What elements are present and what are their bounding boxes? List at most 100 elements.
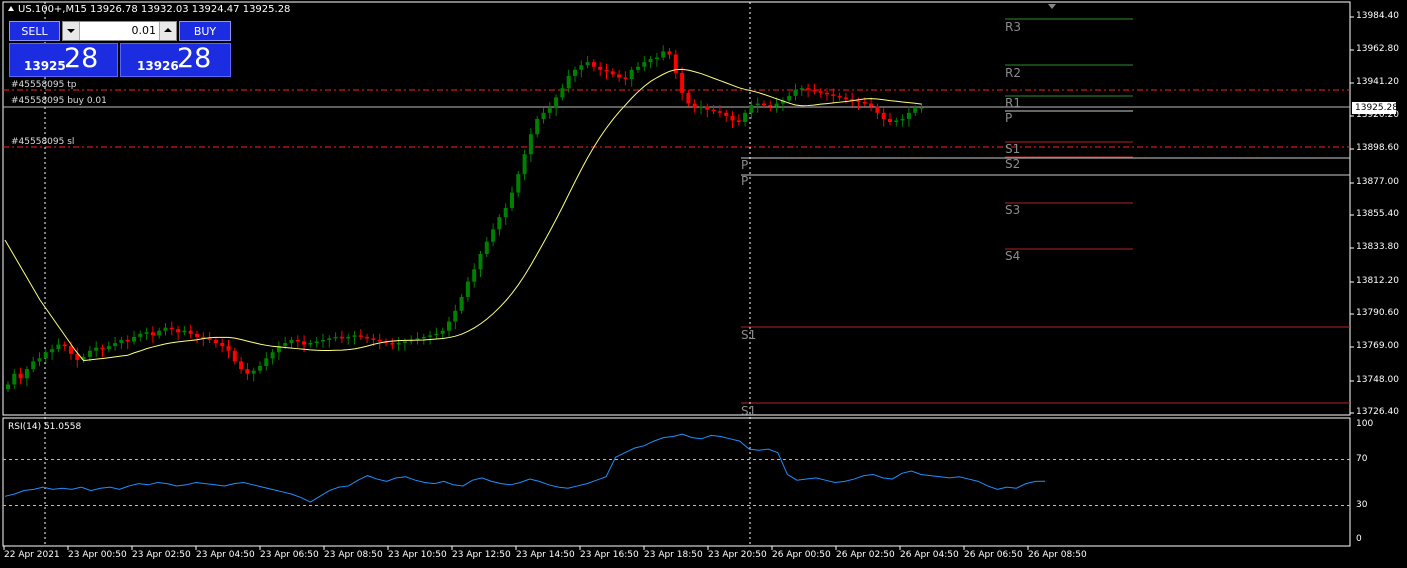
candle-body [717,111,722,113]
candle-body [566,75,571,89]
candle-body [37,358,42,362]
time-tick-label: 23 Apr 06:50 [260,550,319,560]
candle-body [843,97,848,99]
candle-body [711,109,716,112]
order-tp-label[interactable]: #45558095 tp [11,80,76,90]
candle-body [163,327,168,331]
candle-body [743,112,748,122]
order-buy-label[interactable]: #45558095 buy 0.01 [11,96,107,106]
candle-body [43,352,48,359]
candle-body [371,338,376,340]
pivot-r3-label: R3 [1005,20,1021,34]
candle-body [642,62,647,67]
pivot-s2-label: S2 [1005,157,1021,171]
candle-body [472,269,477,282]
lot-size-value: 0.01 [131,24,157,37]
bid-base: 13925 [24,59,66,73]
time-tick-label: 23 Apr 08:50 [324,550,383,560]
candle-body [535,118,540,135]
candle-body [113,343,118,347]
candle-body [818,91,823,93]
time-tick-label: 23 Apr 18:50 [644,550,703,560]
weekly-pivot-p2-label: P [741,174,749,188]
ask-base: 13926 [137,59,179,73]
candle-body [94,347,99,351]
candle-body [724,112,729,116]
price-tick-label: 13769.00 [1356,341,1399,351]
candle-body [283,343,288,347]
time-tick-label: 26 Apr 04:50 [900,550,959,560]
pivot-r2-label: R2 [1005,66,1021,80]
candle-body [195,333,199,337]
candle-body [321,339,325,342]
pivot-s1-label: S1 [1005,142,1021,156]
candle-body [875,106,880,113]
candle-body [522,154,527,175]
price-tick-label: 13984.40 [1356,11,1399,21]
order-sl-label[interactable]: #45558095 sl [11,137,74,147]
candle-body [289,339,294,344]
candle-body [768,105,773,107]
candle-body [31,361,36,370]
sell-button[interactable]: SELL [9,21,60,41]
candle-body [220,343,225,347]
candle-body [125,339,130,342]
collapse-triangle-icon[interactable] [8,6,14,11]
time-tick-label: 23 Apr 20:50 [708,550,767,560]
candle-body [352,335,357,337]
candle-body [881,112,886,119]
price-tick-label: 13941.20 [1356,77,1399,87]
candle-body [6,384,10,390]
candle-body [906,112,911,119]
candle-body [396,343,401,345]
candle-body [825,92,829,95]
candle-body [554,97,559,109]
candle-body [302,341,307,345]
candle-body [106,346,111,350]
candle-body [503,207,508,218]
time-tick-label: 23 Apr 16:50 [580,550,639,560]
candle-body [270,352,275,359]
rsi-tick-label: 100 [1356,419,1374,429]
candle-body [232,350,237,362]
candle-body [629,69,634,80]
rsi-tick-label: 30 [1356,499,1368,510]
time-tick-label: 23 Apr 00:50 [68,550,127,560]
candle-body [755,103,760,106]
time-tick-label: 23 Apr 02:50 [132,550,191,560]
time-tick-label: 26 Apr 06:50 [964,550,1023,560]
candle-body [591,62,596,67]
candle-body [736,120,741,122]
price-chart[interactable] [0,0,1407,568]
candle-body [157,330,162,336]
candle-body [919,107,924,109]
lot-size-input[interactable]: 0.01 [62,21,177,41]
time-tick-label: 22 Apr 2021 [4,550,60,560]
candle-body [226,346,231,351]
candle-body [176,329,181,333]
candle-body [787,95,792,101]
rsi-label: RSI(14) 51.0558 [8,422,82,432]
candle-body [169,327,174,330]
time-tick-label: 26 Apr 02:50 [836,550,895,560]
candle-body [661,51,666,58]
candle-body [749,105,754,113]
candle-body [831,94,836,96]
lot-increment-icon[interactable] [159,22,176,40]
candle-body [440,330,445,334]
candle-body [56,344,61,350]
buy-button[interactable]: BUY [179,21,231,41]
ask-price-box[interactable]: 13926 28 [120,43,231,77]
lot-dropdown-icon[interactable] [63,22,80,40]
weekly-pivot-p-label: P [741,158,749,172]
candle-body [604,69,609,72]
bid-price-box[interactable]: 13925 28 [9,43,118,77]
price-tick-label: 13833.80 [1356,242,1399,252]
time-tick-label: 23 Apr 04:50 [196,550,255,560]
symbol-quote-line: US.100+,M15 13926.78 13932.03 13924.47 1… [18,4,291,15]
candle-body [87,350,92,357]
price-tick-label: 13962.80 [1356,44,1399,54]
candle-body [144,332,149,334]
candle-body [308,343,313,345]
candle-body [258,366,262,371]
